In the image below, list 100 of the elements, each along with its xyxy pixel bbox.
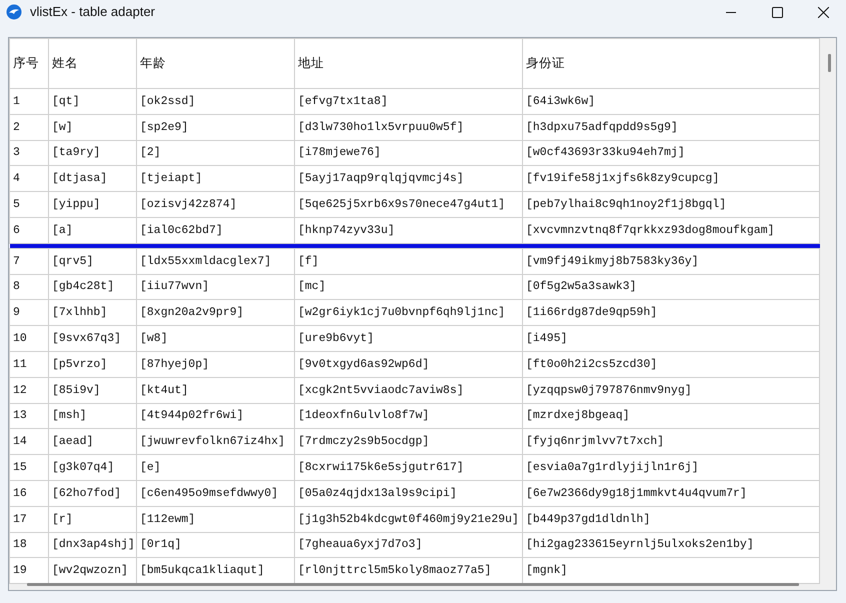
table-cell: 9	[10, 300, 48, 326]
maximize-icon	[772, 6, 782, 18]
table-cell: [05a0z4qjdx13al9s9cipi]	[294, 480, 522, 506]
table-cell: [7rdmczy2s9b5ocdgp]	[294, 428, 522, 455]
table-cell: [aead]	[48, 428, 136, 455]
table-cell: [mzrdxej8bgeaq]	[522, 403, 820, 429]
table-cell: [mc]	[294, 274, 522, 300]
column-header[interactable]: 地址	[294, 38, 522, 88]
table-cell: [hi2gag233615eyrnlj5ulxoks2en1by]	[522, 532, 820, 558]
table-cell: 17	[10, 506, 48, 532]
table-cell: [efvg7tx1ta8]	[294, 88, 522, 114]
table-cell: 8	[10, 274, 48, 300]
table-cell: [a]	[48, 217, 136, 244]
close-icon	[818, 6, 828, 18]
table-cell: [yzqqpsw0j797876nmv9nyg]	[522, 377, 820, 404]
table-cell: [qrv5]	[48, 248, 136, 274]
table-cell: 5	[10, 192, 48, 218]
column-header[interactable]: 年龄	[136, 38, 294, 88]
table-cell: 16	[10, 480, 48, 506]
table-cell: [xvcvmnzvtnq8f7qrkkxz93dog8moufkgam]	[522, 217, 820, 244]
table-cell: [ozisvj42z874]	[136, 192, 294, 218]
table-cell: [9svx67q3]	[48, 326, 136, 352]
table-cell: [f]	[294, 248, 522, 274]
table-cell: 15	[10, 454, 48, 480]
table-cell: [8xgn20a2v9pr9]	[136, 300, 294, 326]
table-cell: [vm9fj49ikmyj8b7583ky36y]	[522, 248, 820, 274]
table-cell: [112ewm]	[136, 506, 294, 532]
table-cell: [ldx55xxmldacglex7]	[136, 248, 294, 274]
table-cell: [ial0c62bd7]	[136, 217, 294, 244]
app-logo-icon	[6, 4, 22, 20]
table-cell: [9v0txgyd6as92wp6d]	[294, 351, 522, 378]
table-cell: 2	[10, 114, 48, 140]
table-cell: [i78mjewe76]	[294, 140, 522, 166]
table-cell: [g3k07q4]	[48, 454, 136, 480]
table-cell: [peb7ylhai8c9qh1noy2f1j8bgql]	[522, 192, 820, 218]
table-cell: 1	[10, 88, 48, 114]
table-cell: [2]	[136, 140, 294, 166]
table-cell: [jwuwrevfolkn67iz4hx]	[136, 428, 294, 455]
table-cell: [b449p37gd1dldnlh]	[522, 506, 820, 532]
table-cell: 7	[10, 248, 48, 274]
table-cell: [1deoxfn6ulvlo8f7w]	[294, 403, 522, 429]
column-header[interactable]: 姓名	[48, 38, 136, 88]
table-cell: [iiu77wvn]	[136, 274, 294, 300]
column-header[interactable]: 身份证	[522, 38, 820, 88]
table-cell: [dnx3ap4shj]	[48, 532, 136, 558]
table-cell: [j1g3h52b4kdcgwt0f460mj9y21e29u]	[294, 506, 522, 532]
table-cell: [d3lw730ho1lx5vrpuu0w5f]	[294, 114, 522, 140]
table-cell: [i495]	[522, 326, 820, 352]
table-cell: 14	[10, 428, 48, 455]
table-cell: [85i9v]	[48, 377, 136, 404]
table-cell: [dtjasa]	[48, 166, 136, 192]
table-cell: [62ho7fod]	[48, 480, 136, 506]
table-cell: [ure9b6vyt]	[294, 326, 522, 352]
table-cell: 12	[10, 377, 48, 404]
table-cell: [fv19ife58j1xjfs6k8zy9cupcg]	[522, 166, 820, 192]
table-cell: [4t944p02fr6wi]	[136, 403, 294, 429]
scrollbar-thumb[interactable]	[27, 582, 799, 586]
table-cell: [5ayj17aqp9rqlqjqvmcj4s]	[294, 166, 522, 192]
table-cell: [yippu]	[48, 192, 136, 218]
table-cell: [msh]	[48, 403, 136, 429]
table-cell: [7xlhhb]	[48, 300, 136, 326]
table-cell: [e]	[136, 454, 294, 480]
table-cell: [sp2e9]	[136, 114, 294, 140]
table-cell: [w8]	[136, 326, 294, 352]
table-cell: [esvia0a7g1rdlyjijln1r6j]	[522, 454, 820, 480]
scrollbar-thumb[interactable]	[828, 54, 831, 72]
table-cell: [kt4ut]	[136, 377, 294, 404]
table-cell: [p5vrzo]	[48, 351, 136, 378]
table-cell: [w]	[48, 114, 136, 140]
table-cell: [8cxrwi175k6e5sjgutr617]	[294, 454, 522, 480]
table-cell: 6	[10, 217, 48, 244]
table-cell: 13	[10, 403, 48, 429]
table-cell: [5qe625j5xrb6x9s70nece47g4ut1]	[294, 192, 522, 218]
table-cell: [tjeiapt]	[136, 166, 294, 192]
table-cell: [gb4c28t]	[48, 274, 136, 300]
table-cell: 10	[10, 326, 48, 352]
table-cell: [6e7w2366dy9g18j1mmkvt4u4qvum7r]	[522, 480, 820, 506]
table-cell: [xcgk2nt5vviaodc7aviw8s]	[294, 377, 522, 404]
table-cell: 11	[10, 351, 48, 378]
table-cell: [87hyej0p]	[136, 351, 294, 378]
table-cell: 18	[10, 532, 48, 558]
table-cell: [ft0o0h2i2cs5zcd30]	[522, 351, 820, 378]
window-title: vlistEx - table adapter	[30, 3, 156, 22]
table-cell: [0r1q]	[136, 532, 294, 558]
table-cell: [w2gr6iyk1cj7u0bvnpf6qh9lj1nc]	[294, 300, 522, 326]
table-cell: [hknp74zyv33u]	[294, 217, 522, 244]
table-cell: [qt]	[48, 88, 136, 114]
column-header[interactable]: 序号	[10, 38, 48, 88]
table-cell: [7gheaua6yxj7d7o3]	[294, 532, 522, 558]
table-cell: [ok2ssd]	[136, 88, 294, 114]
table-cell: [w0cf43693r33ku94eh7mj]	[522, 140, 820, 166]
table-cell: 4	[10, 166, 48, 192]
table-cell: [h3dpxu75adfqpdd9s5g9]	[522, 114, 820, 140]
table-cell: [0f5g2w5a3sawk3]	[522, 274, 820, 300]
table-cell: 3	[10, 140, 48, 166]
table-cell: [c6en495o9msefdwwy0]	[136, 480, 294, 506]
table-cell: [64i3wk6w]	[522, 88, 820, 114]
table-cell: [ta9ry]	[48, 140, 136, 166]
table-cell: [r]	[48, 506, 136, 532]
table-cell: [1i66rdg87de9qp59h]	[522, 300, 820, 326]
